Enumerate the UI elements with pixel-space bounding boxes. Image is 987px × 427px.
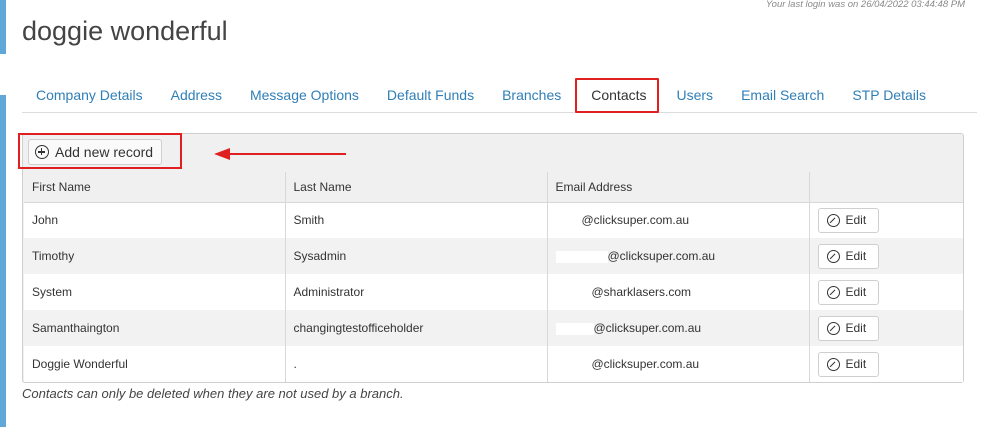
edit-button[interactable]: Edit xyxy=(817,315,880,341)
table-row: Samanthaington changingtestofficeholder … xyxy=(24,310,963,346)
tab-default-funds[interactable]: Default Funds xyxy=(373,78,488,112)
cell-first-name: Samanthaington xyxy=(24,310,286,346)
compass-edit-icon xyxy=(826,249,840,263)
edit-button[interactable]: Edit xyxy=(817,279,880,305)
table-row: John Smith @clicksuper.com.au Edit xyxy=(24,202,963,238)
cell-actions: Edit xyxy=(809,310,963,346)
contacts-footnote: Contacts can only be deleted when they a… xyxy=(22,386,404,401)
redaction-block xyxy=(555,286,592,299)
compass-edit-icon xyxy=(826,285,840,299)
tab-email-search[interactable]: Email Search xyxy=(727,78,838,112)
redaction-block xyxy=(555,215,582,228)
table-row: Doggie Wonderful . @clicksuper.com.au Ed… xyxy=(24,346,963,382)
contacts-table: First Name Last Name Email Address John … xyxy=(24,172,963,382)
redaction-block xyxy=(555,358,592,371)
cell-email: @clicksuper.com.au xyxy=(547,310,810,346)
edit-label: Edit xyxy=(845,213,867,228)
cell-last-name: Administrator xyxy=(285,274,548,310)
table-row: Timothy Sysadmin @clicksuper.com.au Edit xyxy=(24,238,963,274)
cell-actions: Edit xyxy=(809,238,963,274)
redaction-block xyxy=(555,322,594,335)
plus-circle-icon xyxy=(35,145,49,159)
cell-email: @clicksuper.com.au xyxy=(547,346,810,382)
edit-button[interactable]: Edit xyxy=(817,351,880,377)
email-domain: @clicksuper.com.au xyxy=(607,249,716,263)
table-row: System Administrator @sharklasers.com Ed… xyxy=(24,274,963,310)
cell-actions: Edit xyxy=(809,346,963,382)
tab-stp-details[interactable]: STP Details xyxy=(838,78,940,112)
cell-email: @clicksuper.com.au xyxy=(547,238,810,274)
cell-first-name: Timothy xyxy=(24,238,286,274)
edit-label: Edit xyxy=(845,249,867,263)
cell-last-name: Sysadmin xyxy=(285,238,548,274)
cell-actions: Edit xyxy=(809,202,963,238)
left-accent-bar-bottom xyxy=(0,95,6,427)
cell-first-name: Doggie Wonderful xyxy=(24,346,286,382)
column-header-first-name[interactable]: First Name xyxy=(24,172,286,203)
last-login-text: Your last login was on 26/04/2022 03:44:… xyxy=(765,0,965,10)
edit-button[interactable]: Edit xyxy=(817,207,880,233)
column-header-actions xyxy=(809,172,963,203)
cell-email: @sharklasers.com xyxy=(547,274,810,310)
edit-label: Edit xyxy=(845,285,867,299)
table-header-row: First Name Last Name Email Address xyxy=(24,172,963,203)
tab-contacts[interactable]: Contacts xyxy=(575,78,659,113)
column-header-last-name[interactable]: Last Name xyxy=(285,172,548,203)
cell-last-name: . xyxy=(285,346,548,382)
left-accent-bar-top xyxy=(0,0,6,54)
add-new-record-label: Add new record xyxy=(55,144,154,160)
tab-branches[interactable]: Branches xyxy=(488,78,575,112)
compass-edit-icon xyxy=(826,321,840,335)
page-title: doggie wonderful xyxy=(22,16,228,46)
edit-button[interactable]: Edit xyxy=(817,243,880,269)
compass-edit-icon xyxy=(826,357,840,371)
edit-label: Edit xyxy=(845,321,867,335)
tab-address[interactable]: Address xyxy=(157,78,236,112)
email-domain: @clicksuper.com.au xyxy=(591,357,700,371)
email-domain: @clicksuper.com.au xyxy=(581,213,690,228)
edit-label: Edit xyxy=(845,357,867,371)
cell-actions: Edit xyxy=(809,274,963,310)
cell-last-name: changingtestofficeholder xyxy=(285,310,548,346)
email-domain: @sharklasers.com xyxy=(591,285,692,299)
tab-company-details[interactable]: Company Details xyxy=(22,78,157,112)
redaction-block xyxy=(555,250,608,263)
tab-bar: Company Details Address Message Options … xyxy=(22,78,977,113)
cell-first-name: John xyxy=(24,202,286,238)
compass-edit-icon xyxy=(826,213,840,227)
column-header-email[interactable]: Email Address xyxy=(547,172,810,203)
add-new-record-button[interactable]: Add new record xyxy=(28,139,163,165)
cell-last-name: Smith xyxy=(285,202,548,238)
cell-first-name: System xyxy=(24,274,286,310)
email-domain: @clicksuper.com.au xyxy=(593,321,702,335)
tab-message-options[interactable]: Message Options xyxy=(236,78,373,112)
tab-users[interactable]: Users xyxy=(663,78,728,112)
annotation-arrow-icon xyxy=(214,148,346,160)
cell-email: @clicksuper.com.au xyxy=(547,202,810,238)
